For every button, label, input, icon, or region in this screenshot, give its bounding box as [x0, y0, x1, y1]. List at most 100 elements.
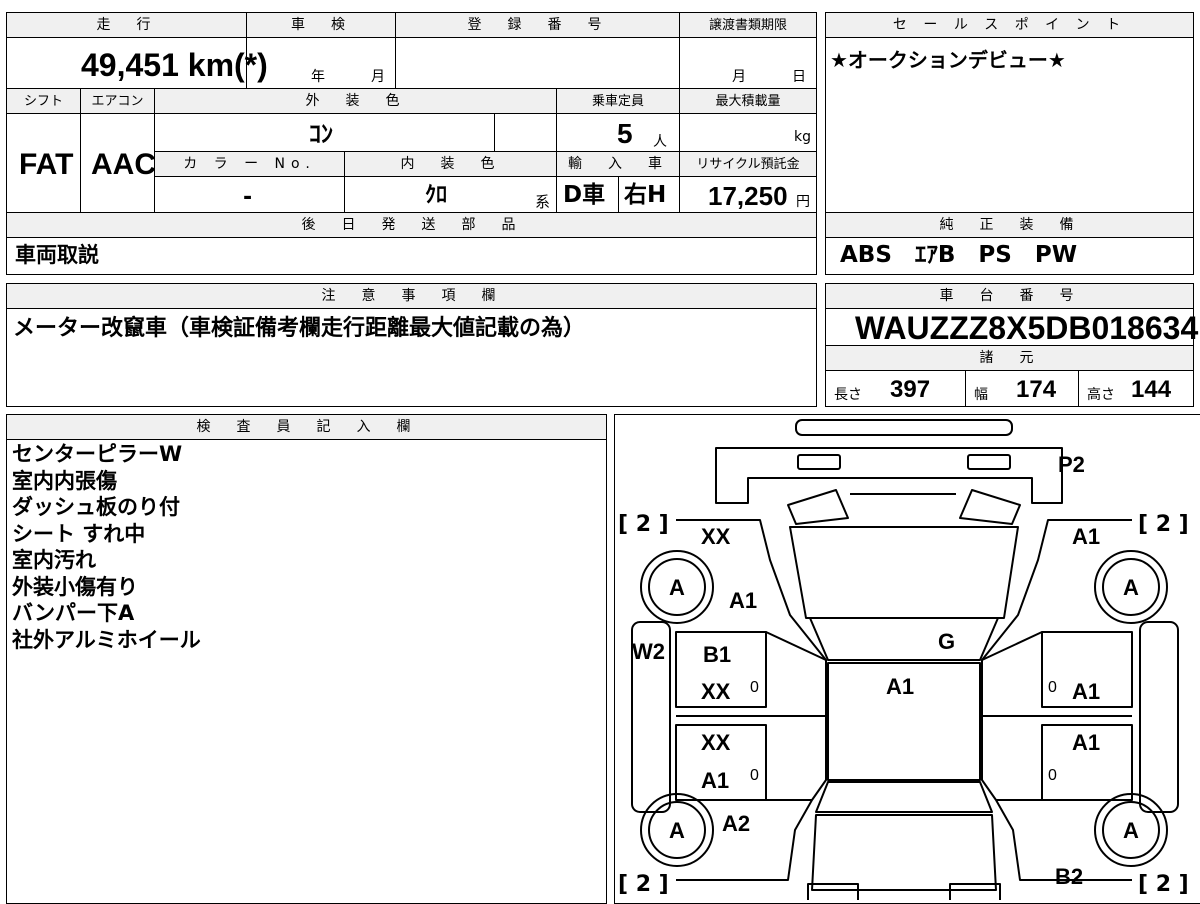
tire-bracket-fl: [ 2 ] — [618, 512, 669, 537]
tire-bracket-rr: [ 2 ] — [1138, 872, 1189, 897]
sales-point-text: ★オークションデビュー★ — [830, 48, 1066, 72]
inspector-line: ダッシュ板のり付 — [12, 495, 180, 519]
inspection-cell: 年 月 — [246, 37, 396, 89]
max-load-cell: kg — [679, 113, 817, 152]
capacity-unit: 人 — [653, 134, 667, 150]
capacity-value: 5 — [617, 118, 633, 149]
transfer-header: 譲渡書類期限 — [679, 12, 817, 38]
inspection-month-label: 月 — [371, 69, 385, 85]
mark-zero-rr-door: 0 — [1048, 767, 1057, 784]
spec-width-label: 幅 — [974, 387, 988, 403]
ext-color-header: 外 装 色 — [154, 88, 557, 114]
ext-color-extra-cell — [494, 113, 557, 152]
shift-header: シフト — [6, 88, 81, 114]
spec-length-cell: 長さ 397 — [825, 370, 966, 407]
ext-color-cell: ｺﾝ — [154, 113, 495, 152]
transfer-cell: 月 日 — [679, 37, 817, 89]
sales-point-header: セ ー ル ス ポ イ ン ト — [825, 12, 1194, 38]
inspector-line: バンパー下A — [12, 601, 135, 625]
transfer-month-label: 月 — [732, 69, 746, 85]
sales-point-box — [825, 12, 1194, 213]
mileage-header: 走 行 — [6, 12, 247, 38]
inspector-line: 室内内張傷 — [12, 468, 117, 493]
inspector-line: センターピラーW — [12, 442, 183, 466]
spec-height-value: 144 — [1131, 376, 1172, 403]
mark-zero-fl-door: 0 — [750, 679, 759, 696]
mark-a1-fr-door: A1 — [1072, 679, 1101, 704]
handle-cell: 右H — [618, 176, 680, 213]
mark-a2-rl: A2 — [722, 811, 751, 836]
mark-xx-fl-door: XX — [701, 679, 731, 704]
mark-a1-roof: A1 — [886, 674, 915, 699]
mark-a1-fl: A1 — [729, 588, 758, 613]
later-parts-value: 車両取説 — [15, 243, 99, 267]
mark-a1-rl-door: A1 — [701, 768, 730, 793]
mark-g-windshield: G — [938, 629, 956, 654]
ext-color-value: ｺﾝ — [309, 120, 333, 148]
color-no-value: - — [243, 185, 253, 210]
spec-height-cell: 高さ 144 — [1078, 370, 1194, 407]
recycle-cell: 17,250 円 — [679, 176, 817, 213]
car-outline-diagram — [631, 419, 1179, 900]
mark-w2-pillar: W2 — [632, 639, 665, 664]
tire-bracket-fr: [ 2 ] — [1138, 512, 1189, 537]
aircon-cell: AAC — [80, 113, 156, 213]
tire-label-fl: A — [669, 575, 685, 600]
int-color-header: 内 装 色 — [344, 151, 557, 177]
spec-height-label: 高さ — [1087, 387, 1115, 403]
later-parts-header: 後 日 発 送 部 品 — [6, 212, 817, 238]
genuine-equipment-header: 純 正 装 備 — [825, 212, 1194, 238]
shift-value: FAT — [19, 148, 74, 181]
chassis-header: 車 台 番 号 — [825, 283, 1194, 309]
mark-a1-fr-fender: A1 — [1072, 524, 1101, 549]
aircon-value: AAC — [91, 148, 156, 181]
int-color-suffix: 系 — [535, 193, 551, 211]
import-value: D車 — [563, 182, 606, 208]
notes-header: 注 意 事 項 欄 — [6, 283, 817, 309]
spec-length-value: 397 — [890, 376, 931, 403]
inspector-line: 社外アルミホイール — [12, 627, 201, 652]
inspector-line: 室内汚れ — [12, 548, 96, 572]
capacity-cell: 5 人 — [556, 113, 680, 152]
recycle-header: リサイクル預託金 — [679, 151, 817, 177]
mark-zero-fr-door: 0 — [1048, 679, 1057, 696]
recycle-value: 17,250 — [708, 181, 788, 211]
inspector-lines: センターピラーW 室内内張傷 ダッシュ板のり付 シート すれ中 室内汚れ 外装小… — [12, 441, 201, 653]
mark-a1-rr-door: A1 — [1072, 730, 1101, 755]
inspection-header: 車 検 — [246, 12, 396, 38]
color-no-header: カ ラ ー No. — [154, 151, 345, 177]
shift-cell: FAT — [6, 113, 81, 213]
import-header: 輸 入 車 — [556, 151, 680, 177]
reg-number-cell — [395, 37, 680, 89]
aircon-header: エアコン — [80, 88, 155, 114]
tire-label-rl: A — [669, 818, 685, 843]
int-color-value: ｸﾛ — [425, 183, 448, 208]
inspector-line: シート すれ中 — [12, 521, 146, 546]
genuine-equipment-cell: ABS ｴｱB PS PW — [825, 237, 1194, 275]
notes-text: メーター改竄車（車検証備考欄走行距離最大値記載の為） — [13, 316, 586, 341]
transfer-day-label: 日 — [792, 69, 806, 85]
mark-b1-fl-door: B1 — [703, 642, 732, 667]
tire-label-fr: A — [1123, 575, 1139, 600]
mileage-value: 49,451 km(*) — [81, 47, 268, 83]
mark-zero-rl-door: 0 — [750, 767, 759, 784]
recycle-unit: 円 — [796, 194, 810, 210]
int-color-cell: ｸﾛ 系 — [344, 176, 557, 213]
mark-xx-rl-door: XX — [701, 730, 731, 755]
specs-header: 諸 元 — [825, 345, 1194, 371]
inspector-header: 検 査 員 記 入 欄 — [6, 414, 607, 440]
spec-width-cell: 幅 174 — [965, 370, 1079, 407]
reg-number-header: 登 録 番 号 — [395, 12, 680, 38]
handle-value: 右H — [624, 182, 667, 208]
mark-b2-rr: B2 — [1055, 864, 1084, 889]
tire-bracket-rl: [ 2 ] — [618, 872, 669, 897]
mark-p2: P2 — [1058, 452, 1085, 477]
tire-label-rr: A — [1123, 818, 1139, 843]
spec-length-label: 長さ — [834, 387, 862, 403]
genuine-equipment-value: ABS ｴｱB PS PW — [840, 242, 1078, 268]
later-parts-cell: 車両取説 — [6, 237, 817, 275]
color-no-cell: - — [154, 176, 345, 213]
spec-width-value: 174 — [1016, 376, 1057, 403]
max-load-unit: kg — [794, 129, 811, 145]
mark-xx-fl: XX — [701, 524, 731, 549]
